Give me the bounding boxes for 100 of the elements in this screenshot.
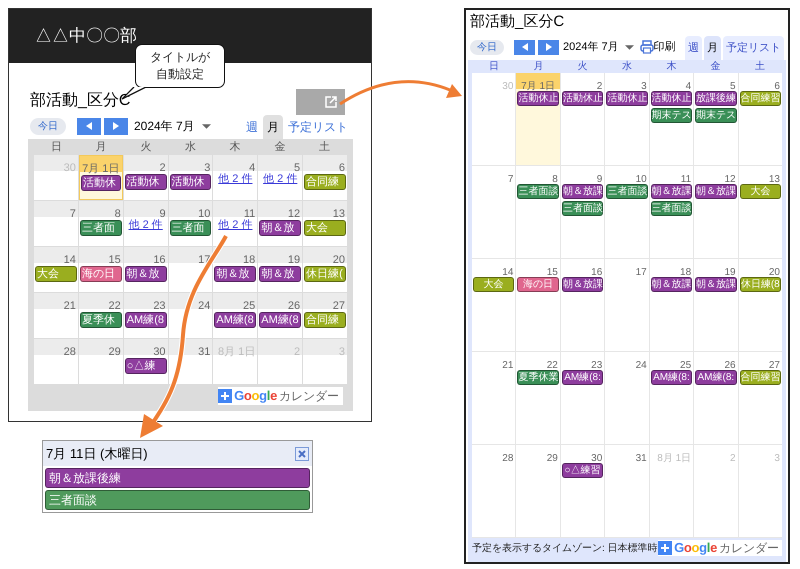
weekday-label: 日: [488, 60, 500, 73]
event-chip[interactable]: 三者面談: [45, 490, 310, 510]
event-chip[interactable]: 活動休止: [517, 91, 559, 106]
day-number: 18: [680, 267, 692, 278]
event-chip[interactable]: 朝＆放: [259, 220, 302, 236]
event-chip[interactable]: AM練(8:: [650, 370, 692, 385]
weekday-label: 火: [576, 60, 589, 73]
event-chip[interactable]: AM練(8: [214, 312, 256, 328]
right-triangle-icon: [546, 43, 552, 51]
event-chip[interactable]: 三者面談: [562, 201, 604, 216]
view-tab[interactable]: 週: [243, 115, 261, 139]
day-number: 11: [244, 208, 256, 220]
previous-button[interactable]: [77, 118, 101, 134]
view-tab[interactable]: 月: [263, 115, 283, 139]
event-chip[interactable]: 夏季休業: [517, 370, 559, 385]
event-chip[interactable]: 期末テス: [650, 108, 692, 123]
google-calendar-button[interactable]: Google カレンダー: [218, 387, 343, 405]
event-chip[interactable]: 朝＆放: [124, 266, 167, 282]
event-chip[interactable]: 三者面談: [650, 201, 692, 216]
event-chip[interactable]: 三者面談: [606, 184, 648, 199]
day-number: 9: [159, 208, 166, 220]
more-events-link[interactable]: 他 2 件: [218, 172, 252, 187]
event-chip[interactable]: 朝＆放: [214, 266, 256, 282]
view-tab[interactable]: 月: [704, 36, 721, 60]
day-number: 19: [724, 267, 736, 278]
view-tab[interactable]: 予定リスト: [285, 115, 351, 139]
event-chip[interactable]: 三者面: [170, 220, 212, 236]
event-chip[interactable]: 活動休: [170, 174, 212, 190]
event-chip[interactable]: 三者面談: [517, 184, 559, 199]
day-number: 3: [774, 453, 780, 464]
event-chip[interactable]: 夏季休: [80, 312, 122, 328]
event-chip[interactable]: AM練(8:: [695, 370, 737, 385]
next-button[interactable]: [104, 118, 128, 134]
close-icon[interactable]: [295, 446, 309, 460]
event-chip[interactable]: 活動休止: [650, 91, 692, 106]
event-chip[interactable]: 放課後練: [695, 91, 737, 106]
next-button[interactable]: [538, 40, 559, 54]
day-number: 27: [768, 360, 780, 371]
event-chip[interactable]: 活動休: [80, 175, 121, 191]
today-button[interactable]: 今日: [30, 118, 66, 134]
event-chip[interactable]: 海の日: [80, 266, 122, 282]
day-number: 11: [680, 174, 692, 185]
event-chip[interactable]: 朝＆放課: [562, 184, 604, 199]
event-chip[interactable]: 活動休止: [606, 91, 648, 106]
event-chip[interactable]: AM練(8:: [562, 370, 604, 385]
day-number: 17: [636, 267, 647, 278]
event-chip[interactable]: AM練(8: [124, 312, 167, 328]
more-events-link[interactable]: 他 2 件: [128, 218, 163, 233]
more-events-link[interactable]: 他 2 件: [263, 172, 298, 187]
event-chip[interactable]: 活動休止: [562, 91, 604, 106]
weekday-label: 月: [532, 60, 544, 73]
day-number: 5: [294, 162, 300, 174]
event-chip[interactable]: ○△練習: [562, 463, 604, 478]
day-number: 13: [768, 174, 780, 185]
open-external-button[interactable]: [296, 89, 345, 115]
view-tab[interactable]: 予定リスト: [723, 36, 784, 60]
day-number: 15: [546, 267, 558, 278]
event-chip[interactable]: 朝＆放課: [650, 277, 692, 292]
day-number: 2: [730, 453, 736, 464]
event-chip[interactable]: AM練(8: [259, 312, 302, 328]
calendar-title: 部活動_区分C: [469, 12, 566, 32]
print-button[interactable]: 印刷: [640, 38, 676, 56]
day-number: 5: [730, 81, 736, 92]
day-number: 4: [249, 162, 256, 174]
event-chip[interactable]: 朝＆放課: [562, 277, 604, 292]
event-chip[interactable]: ○△練: [124, 358, 167, 374]
view-tab[interactable]: 週: [685, 36, 702, 60]
day-number: 8: [552, 174, 558, 185]
event-chip[interactable]: 朝＆放課: [650, 184, 692, 199]
event-chip[interactable]: 海の日: [517, 277, 559, 292]
day-number: 9: [596, 174, 602, 185]
event-chip[interactable]: 朝＆放課後練: [45, 468, 310, 488]
event-chip[interactable]: 朝＆放課: [695, 277, 737, 292]
weekday-label: 金: [710, 60, 722, 73]
day-number: 7月 1日: [82, 163, 120, 175]
day-number: 10: [198, 208, 210, 220]
plus-icon: [658, 541, 672, 555]
day-number: 31: [198, 346, 210, 358]
caret-icon[interactable]: [202, 124, 211, 128]
day-number: 22: [108, 300, 121, 312]
event-chip[interactable]: 期末テス: [695, 108, 737, 123]
popup-date: 7月 11日 (木曜日): [46, 444, 148, 463]
event-chip[interactable]: 活動休: [124, 174, 167, 190]
day-number: 23: [153, 300, 166, 312]
event-chip[interactable]: 朝＆放: [259, 266, 302, 282]
today-button[interactable]: 今日: [470, 40, 504, 54]
day-number: 7: [70, 208, 76, 220]
page-title: △△中〇〇部: [35, 25, 137, 48]
day-number: 24: [636, 360, 647, 371]
day-number: 6: [338, 162, 345, 174]
previous-button[interactable]: [514, 40, 535, 54]
event-chip[interactable]: 朝＆放課: [695, 184, 737, 199]
weekday-label: 火: [139, 140, 152, 155]
caret-icon[interactable]: [624, 44, 634, 50]
weekday-label: 木: [665, 60, 678, 73]
more-events-link[interactable]: 他 2 件: [218, 218, 252, 233]
google-calendar-button[interactable]: Google カレンダー: [658, 540, 782, 556]
month-label: 2024年 7月: [563, 40, 619, 55]
event-chip[interactable]: 三者面: [80, 220, 122, 236]
day-number: 31: [636, 453, 647, 464]
